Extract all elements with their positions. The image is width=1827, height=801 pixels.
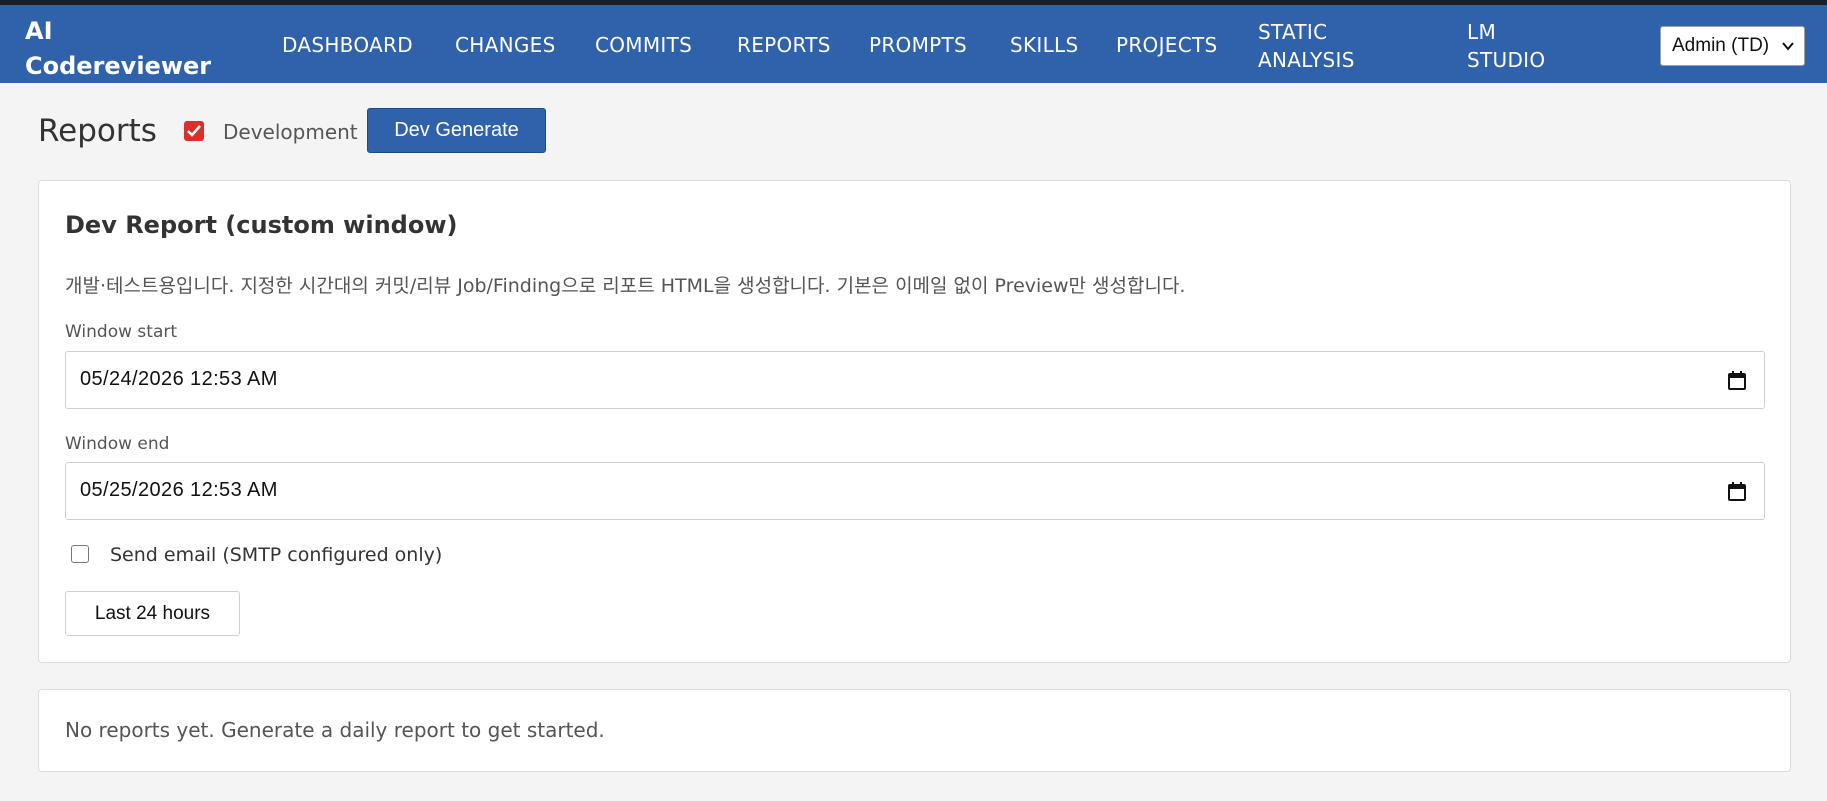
- page-title: Reports: [38, 113, 157, 149]
- dev-report-title: Dev Report (custom window): [65, 211, 458, 239]
- nav-skills[interactable]: SKILLS: [1010, 31, 1079, 59]
- nav-prompts[interactable]: PROMPTS: [869, 31, 967, 59]
- nav-lm-studio-line1: LM: [1467, 20, 1496, 44]
- brand-line-2: Codereviewer: [25, 52, 212, 80]
- nav-static-analysis[interactable]: STATIC ANALYSIS: [1258, 18, 1355, 74]
- user-select[interactable]: Admin (TD): [1660, 26, 1805, 66]
- brand-line-1: AI: [25, 17, 53, 45]
- chevron-down-icon: [1781, 27, 1795, 80]
- navbar: AI Codereviewer DASHBOARD CHANGES COMMIT…: [0, 5, 1827, 83]
- nav-changes[interactable]: CHANGES: [455, 31, 556, 59]
- user-select-value: Admin (TD): [1672, 35, 1770, 56]
- send-email-checkbox[interactable]: [71, 545, 89, 563]
- last-24-hours-button[interactable]: Last 24 hours: [65, 591, 240, 636]
- development-checkbox[interactable]: [184, 121, 204, 141]
- development-label[interactable]: Development: [223, 120, 358, 144]
- window-start-value: 05/24/2026 12:53 AM: [80, 368, 278, 390]
- nav-static-analysis-line1: STATIC: [1258, 20, 1328, 44]
- calendar-icon[interactable]: [1728, 482, 1746, 506]
- window-end-label: Window end: [65, 434, 170, 454]
- nav-dashboard[interactable]: DASHBOARD: [282, 31, 413, 59]
- calendar-icon[interactable]: [1728, 371, 1746, 395]
- dev-report-card: Dev Report (custom window) 개발·테스트용입니다. 지…: [38, 180, 1791, 663]
- empty-reports-message: No reports yet. Generate a daily report …: [65, 718, 605, 742]
- window-end-value: 05/25/2026 12:53 AM: [80, 479, 278, 501]
- reports-list-card: No reports yet. Generate a daily report …: [38, 689, 1791, 772]
- send-email-label[interactable]: Send email (SMTP configured only): [110, 544, 442, 566]
- window-start-label: Window start: [65, 322, 178, 342]
- brand-logo[interactable]: AI Codereviewer: [25, 14, 211, 84]
- nav-static-analysis-line2: ANALYSIS: [1258, 48, 1355, 72]
- nav-commits[interactable]: COMMITS: [595, 31, 692, 59]
- dev-generate-button[interactable]: Dev Generate: [367, 108, 546, 153]
- window-start-input[interactable]: 05/24/2026 12:53 AM: [65, 351, 1765, 409]
- checkmark-icon: [187, 125, 201, 137]
- nav-lm-studio-line2: STUDIO: [1467, 48, 1546, 72]
- nav-reports[interactable]: REPORTS: [737, 31, 831, 59]
- nav-lm-studio[interactable]: LM STUDIO: [1467, 18, 1545, 74]
- dev-report-description: 개발·테스트용입니다. 지정한 시간대의 커밋/리뷰 Job/Finding으로…: [65, 275, 1186, 297]
- nav-projects[interactable]: PROJECTS: [1116, 31, 1218, 59]
- window-end-input[interactable]: 05/25/2026 12:53 AM: [65, 462, 1765, 520]
